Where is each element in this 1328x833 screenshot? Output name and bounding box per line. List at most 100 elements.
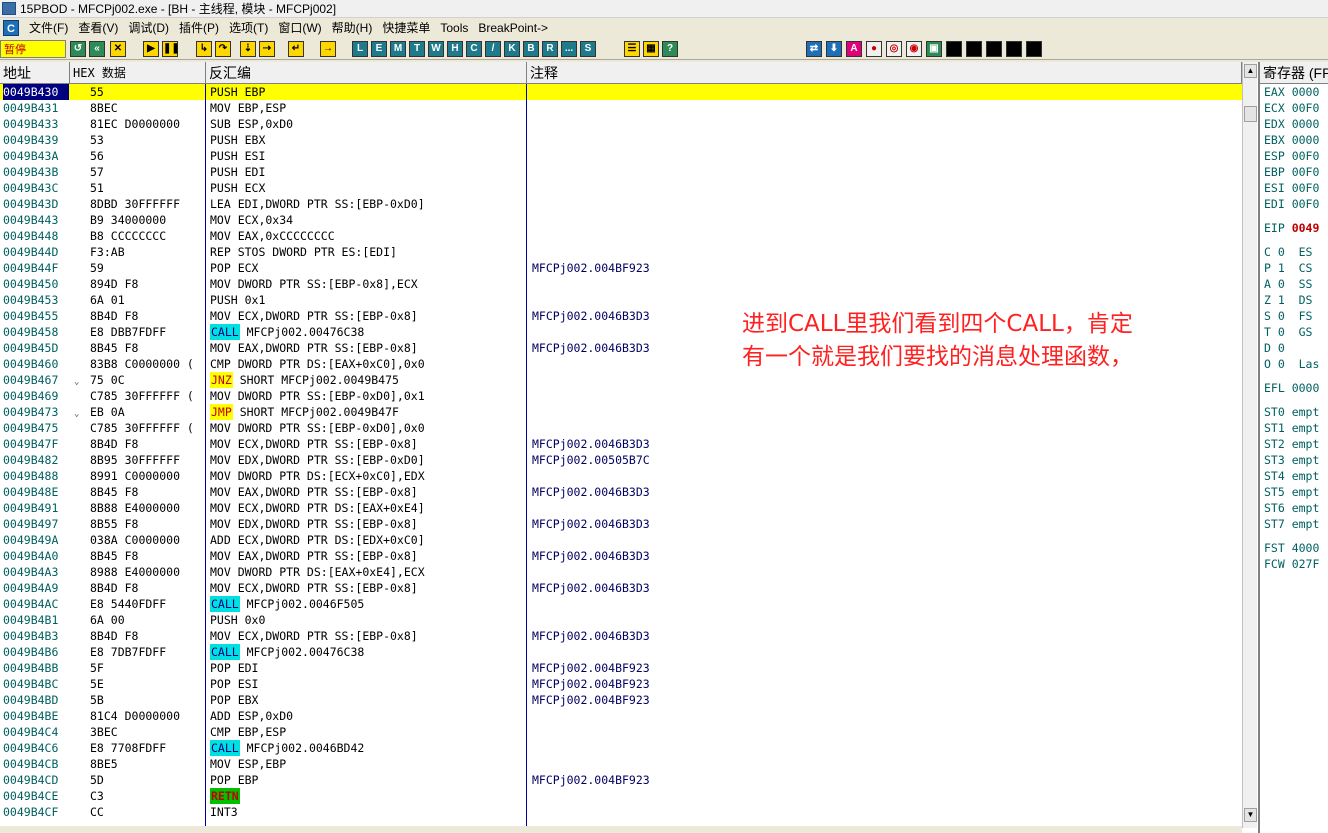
header-comment[interactable]: 注释 (527, 62, 1242, 84)
letter-button-7[interactable]: / (485, 41, 501, 57)
disasm-row[interactable]: 0049B448 B8 CCCCCCCC MOV EAX,0xCCCCCCCC (0, 228, 1242, 244)
letter-button-1[interactable]: E (371, 41, 387, 57)
register-line[interactable]: FCW 027F (1264, 556, 1328, 572)
register-line[interactable]: EBX 0000 (1264, 132, 1328, 148)
goto-address-icon[interactable]: → (320, 41, 336, 57)
register-line[interactable]: O 0 Las (1264, 356, 1328, 372)
register-line[interactable]: EIP 0049 (1264, 220, 1328, 236)
letter-button-12[interactable]: S (580, 41, 596, 57)
disasm-row[interactable]: 0049B482 8B95 30FFFFFF MOV EDX,DWORD PTR S… (0, 452, 1242, 468)
register-line[interactable]: ST4 empt (1264, 468, 1328, 484)
disasm-row[interactable]: 0049B4BC 5E POP ESI MFCPj002.004BF923 (0, 676, 1242, 692)
monitor-icon[interactable]: ▣ (926, 41, 942, 57)
register-line[interactable]: A 0 SS (1264, 276, 1328, 292)
disasm-row[interactable]: 0049B4CB 8BE5 MOV ESP,EBP (0, 756, 1242, 772)
disasm-row[interactable]: 0049B4C6 E8 7708FDFF CALL MFCPj002.0046BD4… (0, 740, 1242, 756)
disasm-row[interactable]: 0049B439 53 PUSH EBX (0, 132, 1242, 148)
menu-item-3[interactable]: 插件(P) (174, 18, 224, 38)
letter-button-8[interactable]: K (504, 41, 520, 57)
refresh-icon[interactable]: ⇄ (806, 41, 822, 57)
pause-icon[interactable]: ❚❚ (162, 41, 180, 57)
register-line[interactable]: ST6 empt (1264, 500, 1328, 516)
menu-item-0[interactable]: 文件(F) (24, 18, 73, 38)
disasm-row[interactable]: 0049B433 81EC D0000000 SUB ESP,0xD0 (0, 116, 1242, 132)
register-line[interactable]: EDX 0000 (1264, 116, 1328, 132)
disasm-row[interactable]: 0049B47F 8B4D F8 MOV ECX,DWORD PTR SS:[EBP… (0, 436, 1242, 452)
step-into-icon[interactable]: ↳ (196, 41, 212, 57)
disasm-row[interactable]: 0049B48E 8B45 F8 MOV EAX,DWORD PTR SS:[EBP… (0, 484, 1242, 500)
register-line[interactable]: ST5 empt (1264, 484, 1328, 500)
restart-icon[interactable]: ↺ (70, 41, 86, 57)
cpu-window-icon[interactable]: C (3, 20, 19, 36)
disasm-row[interactable]: 0049B450 894D F8 MOV DWORD PTR SS:[EBP-0x8… (0, 276, 1242, 292)
run-icon[interactable]: ▶ (143, 41, 159, 57)
disasm-row[interactable]: 0049B43A 56 PUSH ESI (0, 148, 1242, 164)
slot-3[interactable] (986, 41, 1002, 57)
disasm-row[interactable]: 0049B491 8B88 E4000000 MOV ECX,DWORD PTR D… (0, 500, 1242, 516)
letter-button-4[interactable]: W (428, 41, 444, 57)
scroll-up-icon[interactable]: ▲ (1244, 64, 1257, 78)
step-over-icon[interactable]: ↷ (215, 41, 231, 57)
disasm-row[interactable]: 0049B473 ⌄ EB 0A JMP SHORT MFCPj002.0049B47… (0, 404, 1242, 420)
rewind-icon[interactable]: « (89, 41, 105, 57)
scroll-thumb[interactable] (1244, 106, 1257, 122)
arrow-down-icon[interactable]: ⬇ (826, 41, 842, 57)
register-line[interactable]: EAX 0000 (1264, 84, 1328, 100)
register-line[interactable]: ESI 00F0 (1264, 180, 1328, 196)
disasm-row[interactable]: 0049B44F 59 POP ECX MFCPj002.004BF923 (0, 260, 1242, 276)
disasm-row[interactable]: 0049B43C 51 PUSH ECX (0, 180, 1242, 196)
register-line[interactable]: T 0 GS (1264, 324, 1328, 340)
menu-item-7[interactable]: 快捷菜单 (377, 18, 435, 38)
record-icon[interactable]: ● (866, 41, 882, 57)
horizontal-scrollbar[interactable] (0, 826, 1242, 833)
disasm-row[interactable]: 0049B469 C785 30FFFFFF (MOV DWORD PTR SS:… (0, 388, 1242, 404)
radar-icon[interactable]: ◉ (906, 41, 922, 57)
disasm-row[interactable]: 0049B4BB 5F POP EDI MFCPj002.004BF923 (0, 660, 1242, 676)
register-line[interactable]: ST2 empt (1264, 436, 1328, 452)
disasm-row[interactable]: 0049B4B1 6A 00 PUSH 0x0 (0, 612, 1242, 628)
register-line[interactable]: S 0 FS (1264, 308, 1328, 324)
disasm-row[interactable]: 0049B488 8991 C0000000 MOV DWORD PTR DS:[E… (0, 468, 1242, 484)
disasm-row[interactable]: 0049B43D 8DBD 30FFFFFF LEA EDI,DWORD PTR S… (0, 196, 1242, 212)
disasm-row[interactable]: 0049B431 8BEC MOV EBP,ESP (0, 100, 1242, 116)
register-line[interactable]: ST0 empt (1264, 404, 1328, 420)
disasm-row[interactable]: 0049B4BE 81C4 D0000000 ADD ESP,0xD0 (0, 708, 1242, 724)
slot-1[interactable] (946, 41, 962, 57)
grid-icon[interactable]: ▦ (643, 41, 659, 57)
disasm-row[interactable]: 0049B453 6A 01 PUSH 0x1 (0, 292, 1242, 308)
register-line[interactable]: ST3 empt (1264, 452, 1328, 468)
vertical-scrollbar[interactable]: ▲ ▼ (1242, 62, 1257, 828)
disasm-row[interactable]: 0049B4CD 5D POP EBP MFCPj002.004BF923 (0, 772, 1242, 788)
letter-a-icon[interactable]: A (846, 41, 862, 57)
close-program-icon[interactable]: ✕ (110, 41, 126, 57)
menu-item-1[interactable]: 查看(V) (73, 18, 123, 38)
register-line[interactable]: EFL 0000 (1264, 380, 1328, 396)
letter-button-9[interactable]: B (523, 41, 539, 57)
register-line[interactable]: EBP 00F0 (1264, 164, 1328, 180)
letter-button-2[interactable]: M (390, 41, 406, 57)
execute-till-return-icon[interactable]: ↵ (288, 41, 304, 57)
disasm-row[interactable]: 0049B43B 57 PUSH EDI (0, 164, 1242, 180)
menu-item-6[interactable]: 帮助(H) (327, 18, 378, 38)
menu-item-9[interactable]: BreakPoint-> (473, 18, 553, 38)
letter-button-10[interactable]: R (542, 41, 558, 57)
register-line[interactable]: FST 4000 (1264, 540, 1328, 556)
disasm-row[interactable]: 0049B4C4 3BEC CMP EBP,ESP (0, 724, 1242, 740)
disasm-row[interactable]: 0049B4CE C3 RETN (0, 788, 1242, 804)
scroll-down-icon[interactable]: ▼ (1244, 808, 1257, 822)
header-address[interactable]: 地址 (0, 62, 70, 84)
disasm-row[interactable]: 0049B443 B9 34000000 MOV ECX,0x34 (0, 212, 1242, 228)
register-line[interactable]: D 0 (1264, 340, 1328, 356)
header-hex[interactable]: HEX 数据 (70, 62, 206, 84)
register-line[interactable]: P 1 CS (1264, 260, 1328, 276)
letter-button-6[interactable]: C (466, 41, 482, 57)
register-line[interactable]: ST1 empt (1264, 420, 1328, 436)
header-disasm[interactable]: 反汇编 (206, 62, 527, 84)
trace-over-icon[interactable]: ⇢ (259, 41, 275, 57)
disasm-row[interactable]: 0049B4B3 8B4D F8 MOV ECX,DWORD PTR SS:[EBP… (0, 628, 1242, 644)
disasm-row[interactable]: 0049B4A3 8988 E4000000 MOV DWORD PTR DS:[E… (0, 564, 1242, 580)
register-line[interactable]: ESP 00F0 (1264, 148, 1328, 164)
disasm-row[interactable]: 0049B4A0 8B45 F8 MOV EAX,DWORD PTR SS:[EBP… (0, 548, 1242, 564)
register-line[interactable]: ECX 00F0 (1264, 100, 1328, 116)
register-line[interactable]: Z 1 DS (1264, 292, 1328, 308)
